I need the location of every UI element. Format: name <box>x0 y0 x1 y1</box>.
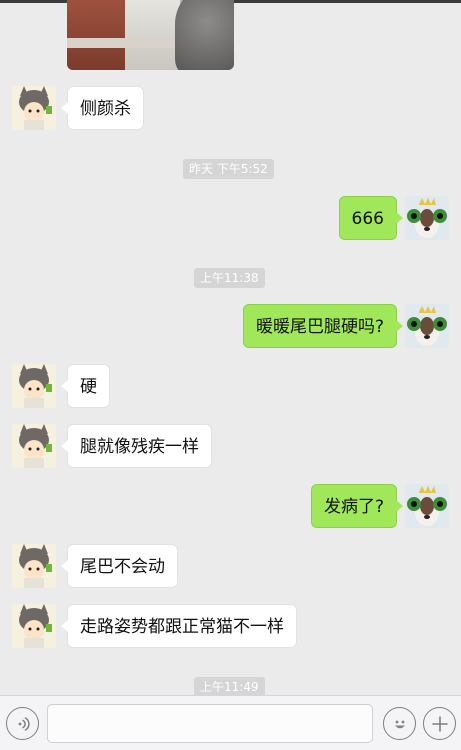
contact-avatar[interactable] <box>12 424 56 468</box>
message-input[interactable] <box>47 704 373 743</box>
incoming-message-bubble[interactable]: 侧颜杀 <box>61 86 144 130</box>
my-avatar[interactable] <box>405 484 449 528</box>
my-avatar[interactable] <box>405 304 449 348</box>
timestamp: 上午11:38 <box>194 268 265 288</box>
incoming-message-bubble[interactable]: 腿就像残疾一样 <box>61 424 212 468</box>
incoming-message-bubble[interactable]: 尾巴不会动 <box>61 544 178 588</box>
outgoing-message-bubble[interactable]: 666 <box>338 196 404 240</box>
contact-avatar[interactable] <box>12 86 56 130</box>
emoji-icon <box>394 720 405 728</box>
timestamp: 上午11:49 <box>194 677 265 695</box>
voice-icon <box>18 716 30 731</box>
cat-photo-message[interactable] <box>67 0 234 70</box>
incoming-message-bubble[interactable]: 硬 <box>61 364 110 408</box>
outgoing-message-bubble[interactable]: 暖暖尾巴腿硬吗? <box>242 304 404 348</box>
emoji-button[interactable] <box>383 707 416 740</box>
plus-icon <box>431 715 448 732</box>
contact-avatar[interactable] <box>12 604 56 648</box>
timestamp: 昨天 下午5:52 <box>183 159 274 179</box>
input-bar <box>0 695 461 750</box>
chat-area[interactable]: 侧颜杀 昨天 下午5:52 666 上午11:38 暖暖尾巴腿硬吗? 硬 腿就像… <box>0 0 461 695</box>
outgoing-message-bubble[interactable]: 发病了? <box>310 484 404 528</box>
incoming-message-bubble[interactable]: 走路姿势都跟正常猫不一样 <box>61 604 297 648</box>
more-button[interactable] <box>423 707 456 740</box>
voice-button[interactable] <box>6 707 39 740</box>
contact-avatar[interactable] <box>12 364 56 408</box>
contact-avatar[interactable] <box>12 544 56 588</box>
my-avatar[interactable] <box>405 196 449 240</box>
